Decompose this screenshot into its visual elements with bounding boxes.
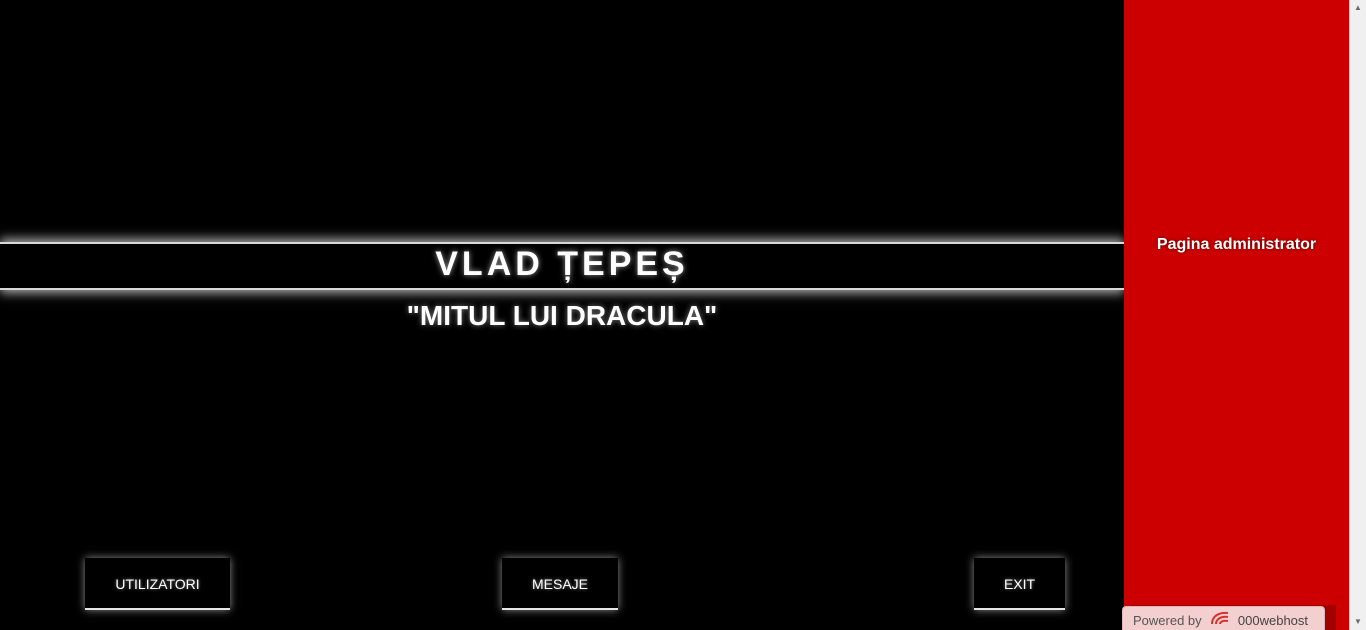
main-content: VLAD ȚEPEȘ "MITUL LUI DRACULA" UTILIZATO…	[0, 0, 1124, 630]
sidebar-title: Pagina administrator	[1156, 236, 1317, 253]
sidebar: Pagina administrator	[1124, 0, 1349, 630]
host-name: 000webhost	[1237, 613, 1309, 628]
vertical-scrollbar[interactable]: ▲ ▼	[1349, 0, 1366, 630]
exit-button[interactable]: EXIT	[974, 558, 1065, 610]
scroll-down-icon[interactable]: ▼	[1350, 614, 1366, 630]
utilizatori-button[interactable]: UTILIZATORI	[85, 558, 230, 610]
powered-by-label: Powered by	[1133, 613, 1202, 628]
powered-by-badge[interactable]: Powered by 000webhost	[1122, 606, 1325, 630]
mesaje-button[interactable]: MESAJE	[502, 558, 618, 610]
scroll-up-icon[interactable]: ▲	[1350, 0, 1366, 16]
page-title: VLAD ȚEPEȘ	[435, 245, 689, 283]
page: VLAD ȚEPEȘ "MITUL LUI DRACULA" UTILIZATO…	[0, 0, 1366, 630]
000webhost-logo-icon	[1209, 608, 1231, 630]
page-subtitle: "MITUL LUI DRACULA"	[406, 300, 718, 331]
